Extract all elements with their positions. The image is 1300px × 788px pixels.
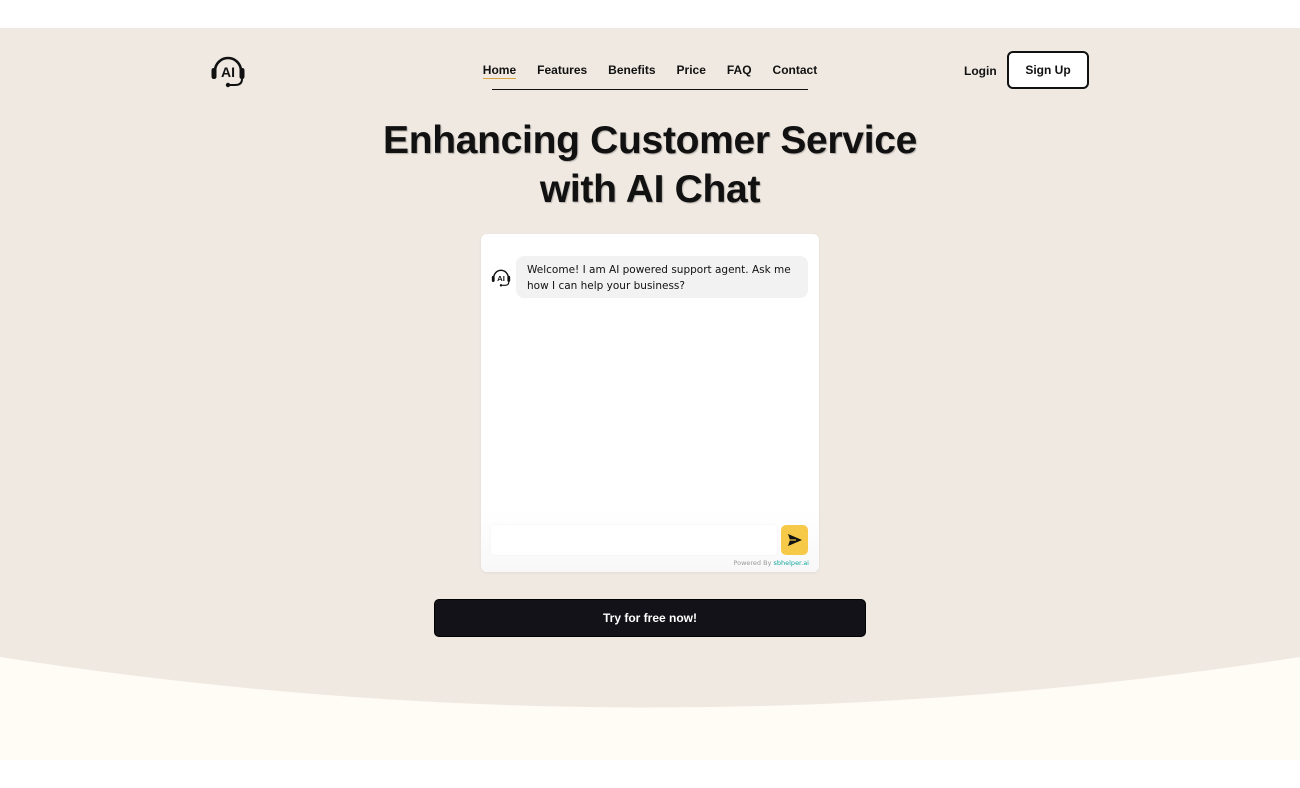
main-nav: Home Features Benefits Price FAQ Contact — [483, 54, 817, 90]
send-button[interactable] — [781, 525, 808, 555]
bot-avatar: AI — [491, 267, 511, 287]
nav-item-features[interactable]: Features — [527, 54, 598, 80]
nav-item-benefits[interactable]: Benefits — [598, 54, 666, 80]
title-line-2: with AI Chat — [539, 168, 761, 211]
nav-item-home[interactable]: Home — [472, 54, 526, 80]
chat-input-area: Powered By sbhelper.ai — [481, 508, 819, 572]
wave-divider — [0, 657, 1300, 760]
headset-icon: AI — [491, 269, 511, 287]
bot-avatar-text: AI — [497, 274, 505, 283]
login-link[interactable]: Login — [964, 64, 997, 78]
logo-text: AI — [221, 64, 235, 80]
nav-item-price[interactable]: Price — [666, 54, 716, 80]
powered-by: Powered By sbhelper.ai — [733, 559, 809, 567]
send-icon — [787, 534, 802, 546]
chat-widget: AI Welcome! I am AI powered support agen… — [481, 234, 819, 572]
powered-by-brand[interactable]: sbhelper.ai — [774, 559, 810, 567]
bot-message-bubble: Welcome! I am AI powered support agent. … — [516, 256, 808, 298]
powered-by-prefix: Powered By — [733, 559, 772, 567]
signup-button[interactable]: Sign Up — [1007, 51, 1089, 89]
nav-item-faq[interactable]: FAQ — [716, 54, 762, 80]
title-line-1: Enhancing Customer Service — [382, 119, 918, 162]
hero-section: AI Home Features Benefits Price FAQ Cont… — [0, 28, 1300, 760]
headset-icon: AI — [211, 56, 245, 88]
try-free-button[interactable]: Try for free now! — [434, 599, 866, 637]
chat-message-input[interactable] — [491, 525, 777, 555]
nav-item-contact[interactable]: Contact — [762, 54, 828, 80]
page-title: Enhancing Customer Service with AI Chat — [350, 116, 950, 214]
logo[interactable]: AI — [210, 52, 246, 88]
